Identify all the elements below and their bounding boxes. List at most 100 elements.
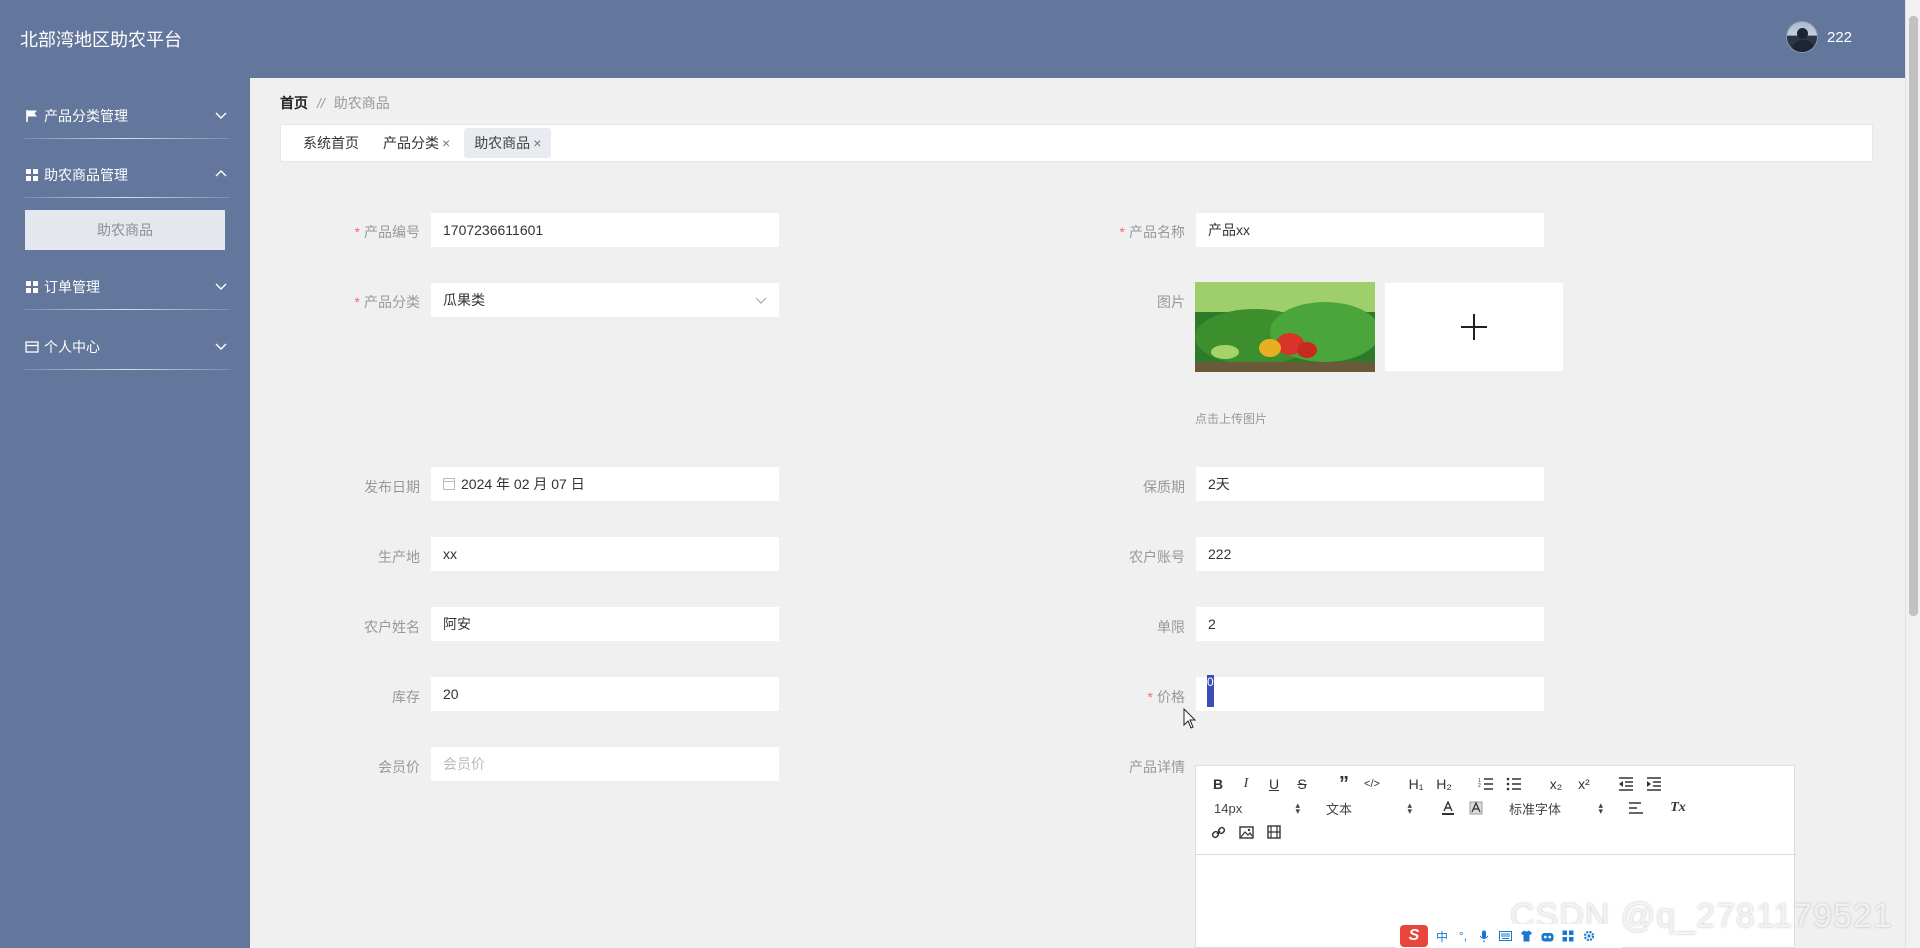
superscript-button[interactable]: x² xyxy=(1574,774,1594,794)
updown-icon: ▴ ▾ xyxy=(1295,800,1300,816)
label-publish-date: 发布日期 xyxy=(364,479,420,495)
ime-mode[interactable]: 中 xyxy=(1435,929,1449,944)
sidebar-group-profile[interactable]: 个人中心 xyxy=(0,325,250,370)
header-select[interactable]: 文本 ▴ ▾ xyxy=(1326,798,1412,818)
underline-button[interactable]: U xyxy=(1264,774,1284,794)
italic-button[interactable]: I xyxy=(1236,774,1256,794)
username[interactable]: 222 xyxy=(1827,29,1852,46)
robot-icon[interactable] xyxy=(1540,929,1554,943)
updown-icon: ▴ ▾ xyxy=(1407,800,1412,816)
sidebar-group-orders[interactable]: 订单管理 xyxy=(0,265,250,310)
price-value-selected[interactable]: 0 xyxy=(1207,675,1214,707)
tab-category[interactable]: 产品分类 × xyxy=(373,128,460,158)
user-menu[interactable]: 222 xyxy=(1786,21,1852,53)
product-name-input[interactable]: 产品xx xyxy=(1195,212,1545,248)
sidebar-item-category[interactable]: 产品分类管理 xyxy=(0,94,250,138)
sidebar-item-orders[interactable]: 订单管理 xyxy=(0,265,250,309)
chevron-down-icon xyxy=(215,112,227,119)
code-button[interactable]: </> xyxy=(1362,774,1382,794)
strike-button[interactable]: S xyxy=(1292,774,1312,794)
chevron-down-icon xyxy=(755,297,767,304)
vegetable-image xyxy=(1195,282,1375,372)
top-header: 北部湾地区助农平台 222 xyxy=(0,0,1920,78)
limit-input[interactable]: 2 xyxy=(1195,606,1545,642)
label-category: * 产品分类 xyxy=(354,294,420,310)
image-icon[interactable] xyxy=(1236,822,1256,842)
align-icon[interactable] xyxy=(1626,798,1646,818)
divider xyxy=(24,138,230,139)
shelf-life-input[interactable]: 2天 xyxy=(1195,466,1545,502)
avatar[interactable] xyxy=(1786,21,1818,53)
skin-icon[interactable] xyxy=(1519,929,1533,943)
link-icon[interactable] xyxy=(1208,822,1228,842)
sidebar-group-products[interactable]: 助农商品管理 助农商品 xyxy=(0,153,250,250)
label-shelf-life: 保质期 xyxy=(1143,479,1185,495)
label-product-no: * 产品编号 xyxy=(354,224,420,240)
stock-input[interactable]: 20 xyxy=(430,676,780,712)
breadcrumb-home[interactable]: 首页 xyxy=(280,93,308,113)
calendar-icon xyxy=(443,478,455,490)
ordered-list-icon[interactable]: 12 xyxy=(1476,774,1496,794)
tab-bar: 系统首页 产品分类 × 助农商品 × xyxy=(280,124,1873,162)
product-image-thumbnail[interactable] xyxy=(1195,282,1375,372)
bullet-list-icon[interactable] xyxy=(1504,774,1524,794)
font-color-icon[interactable] xyxy=(1438,798,1458,818)
header-value: 文本 xyxy=(1326,801,1353,817)
close-icon[interactable]: × xyxy=(533,135,541,151)
farmer-name-input[interactable]: 阿安 xyxy=(430,606,780,642)
settings-icon[interactable] xyxy=(1582,929,1596,943)
keyboard-icon[interactable] xyxy=(1498,929,1512,943)
price-input[interactable] xyxy=(1195,676,1545,712)
ime-toolbar[interactable]: S 中 °, xyxy=(1396,924,1622,948)
quote-button[interactable]: ” xyxy=(1334,773,1354,795)
farmer-account-input[interactable]: 222 xyxy=(1195,536,1545,572)
label-product-name: * 产品名称 xyxy=(1119,224,1185,240)
ime-punctuation[interactable]: °, xyxy=(1456,929,1470,943)
subscript-button[interactable]: x₂ xyxy=(1546,774,1566,794)
close-icon[interactable]: × xyxy=(442,135,450,151)
bold-button[interactable]: B xyxy=(1208,774,1228,794)
ime-logo-icon[interactable]: S xyxy=(1400,925,1428,947)
breadcrumb-current: 助农商品 xyxy=(333,95,390,111)
tab-products[interactable]: 助农商品 × xyxy=(464,128,552,158)
grid-icon xyxy=(24,279,40,295)
sidebar-subitem-products[interactable]: 助农商品 xyxy=(25,210,225,250)
indent-icon[interactable] xyxy=(1644,774,1664,794)
divider xyxy=(24,309,230,310)
category-select[interactable]: 瓜果类 xyxy=(430,282,780,318)
sidebar-item-label: 订单管理 xyxy=(44,279,100,295)
chevron-up-icon xyxy=(215,170,227,177)
sidebar-item-profile[interactable]: 个人中心 xyxy=(0,325,250,369)
h2-button[interactable]: H₂ xyxy=(1432,774,1456,794)
flag-icon xyxy=(24,108,40,124)
outdent-icon[interactable] xyxy=(1616,774,1636,794)
label-stock: 库存 xyxy=(392,689,420,705)
label-price: * 价格 xyxy=(1147,689,1185,705)
scrollbar-thumb[interactable] xyxy=(1909,16,1918,616)
font-size-select[interactable]: 14px ▴ ▾ xyxy=(1214,798,1300,818)
sidebar-item-products[interactable]: 助农商品管理 xyxy=(0,153,250,197)
upload-hint[interactable]: 点击上传图片 xyxy=(1195,410,1267,427)
sidebar-group-category[interactable]: 产品分类管理 xyxy=(0,94,250,139)
background-color-icon[interactable] xyxy=(1466,798,1486,818)
font-family-select[interactable]: 标准字体 ▴ ▾ xyxy=(1509,798,1603,818)
clear-format-button[interactable]: Tx xyxy=(1668,798,1688,818)
tab-label: 助农商品 xyxy=(474,135,531,151)
origin-input[interactable]: xx xyxy=(430,536,780,572)
page-scrollbar[interactable] xyxy=(1905,0,1920,948)
microphone-icon[interactable] xyxy=(1477,929,1491,943)
updown-icon: ▴ ▾ xyxy=(1598,800,1603,816)
image-upload-button[interactable] xyxy=(1384,282,1564,372)
chevron-down-icon xyxy=(215,283,227,290)
video-icon[interactable] xyxy=(1264,822,1284,842)
publish-date-input[interactable]: 2024 年 02 月 07 日 xyxy=(430,466,780,502)
label-detail: 产品详情 xyxy=(1129,759,1185,775)
product-no-input[interactable]: 1707236611601 xyxy=(430,212,780,248)
divider xyxy=(24,369,230,370)
apps-icon[interactable] xyxy=(1561,929,1575,943)
h1-button[interactable]: H₁ xyxy=(1404,774,1428,794)
editor-toolbar: B I U S ” </> H₁ H₂ 12 x₂ x² 14px ▴ ▾ 文本 … xyxy=(1196,766,1796,855)
label-origin: 生产地 xyxy=(378,549,420,565)
member-price-input[interactable]: 会员价 xyxy=(430,746,780,782)
tab-home[interactable]: 系统首页 xyxy=(293,128,369,158)
